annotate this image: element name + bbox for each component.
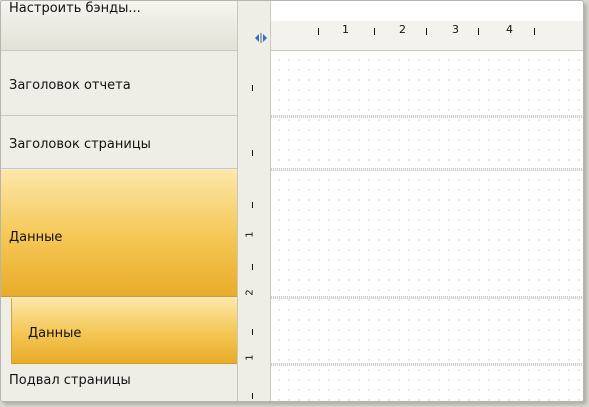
band-data[interactable]: Данные [1,170,237,297]
band-page-header[interactable]: Заголовок страницы [1,117,237,169]
band-page-footer[interactable]: Подвал страницы [1,365,237,401]
ruler-tick [374,28,375,35]
band-label: Заголовок отчета [9,78,131,93]
band-label: Подвал страницы [9,373,131,388]
ruler-tick [252,329,253,335]
configure-bands-button[interactable]: Настроить бэнды... [1,1,237,51]
ruler-number: 1 [342,23,349,36]
ruler-tick [252,150,253,156]
configure-bands-label: Настроить бэнды... [9,1,141,16]
band-separator[interactable] [271,296,583,299]
band-separator[interactable] [271,115,583,118]
ruler-number: 1 [244,231,256,238]
ruler-number: 3 [452,23,459,36]
ruler-tick [252,85,253,91]
band-label: Данные [9,230,63,245]
ruler-number: 2 [399,23,406,36]
ruler-tick [318,28,319,35]
ruler-tick [534,28,535,35]
band-list: Настроить бэнды... Заголовок отчета Заго… [1,1,238,401]
band-label: Заголовок страницы [9,137,151,152]
band-separator[interactable] [271,168,583,171]
ruler-tick [426,28,427,35]
ruler-number: 1 [244,354,256,361]
vertical-ruler: 1 2 1 [238,1,271,401]
design-surface[interactable] [271,51,583,401]
ruler-number: 2 [244,289,256,296]
collapse-expand-arrows-icon[interactable] [254,31,268,45]
ruler-tick [478,28,479,35]
band-data-child[interactable]: Данные [11,298,237,364]
ruler-number: 4 [506,23,513,36]
band-separator[interactable] [271,363,583,366]
ruler-tick [252,393,253,399]
ruler-tick [252,264,253,270]
ruler-tick [252,202,253,208]
band-label: Данные [28,326,82,341]
horizontal-ruler: 1 2 3 4 [271,21,583,51]
report-designer: Настроить бэнды... Заголовок отчета Заго… [0,0,584,402]
band-report-title[interactable]: Заголовок отчета [1,51,237,116]
